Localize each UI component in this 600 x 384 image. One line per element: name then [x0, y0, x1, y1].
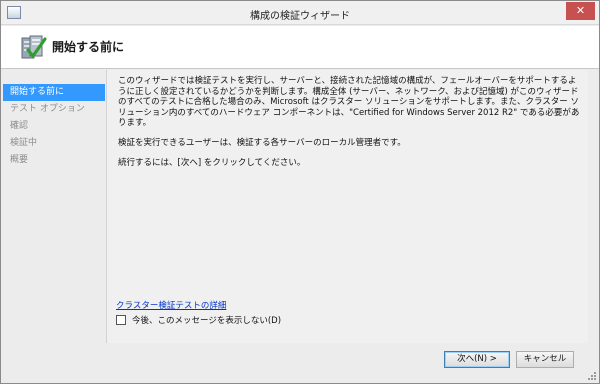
resize-grip-icon[interactable]: [587, 371, 597, 381]
window-title: 構成の検証ウィザード: [250, 11, 350, 22]
continue-instruction-text: 続行するには、[次へ] をクリックしてください。: [118, 158, 306, 168]
validation-wizard-window: 構成の検証ウィザード ✕ 開始する前に 開始する前に テスト オプション 確認 …: [0, 0, 600, 384]
dont-show-again-label[interactable]: 今後、このメッセージを表示しない(D): [132, 314, 281, 326]
next-button[interactable]: 次へ(N) >: [444, 351, 510, 368]
nav-step-before-you-begin[interactable]: 開始する前に: [3, 84, 105, 101]
close-button[interactable]: ✕: [566, 2, 595, 20]
page-title: 開始する前に: [52, 40, 125, 54]
wizard-header: 開始する前に: [1, 26, 599, 69]
intro-paragraph: このウィザードでは検証テストを実行し、サーバーと、接続された記憶域の構成が、フェ…: [118, 76, 580, 129]
nav-step-test-options[interactable]: テスト オプション: [3, 101, 105, 118]
cancel-button[interactable]: キャンセル: [516, 351, 574, 368]
title-bar[interactable]: 構成の検証ウィザード ✕: [1, 1, 599, 25]
nav-step-validating[interactable]: 検証中: [3, 135, 105, 152]
validation-details-link[interactable]: クラスター検証テストの詳細: [116, 299, 226, 311]
dont-show-again-checkbox[interactable]: [116, 315, 126, 325]
nav-step-confirmation[interactable]: 確認: [3, 118, 105, 135]
validate-checkmark-icon: [21, 35, 47, 59]
content-pane: このウィザードでは検証テストを実行し、サーバーと、接続された記憶域の構成が、フェ…: [106, 70, 588, 343]
nav-step-summary[interactable]: 概要: [3, 152, 105, 169]
admin-requirement-text: 検証を実行できるユーザーは、検証する各サーバーのローカル管理者です。: [118, 138, 406, 148]
wizard-steps-nav: 開始する前に テスト オプション 確認 検証中 概要: [3, 84, 105, 169]
